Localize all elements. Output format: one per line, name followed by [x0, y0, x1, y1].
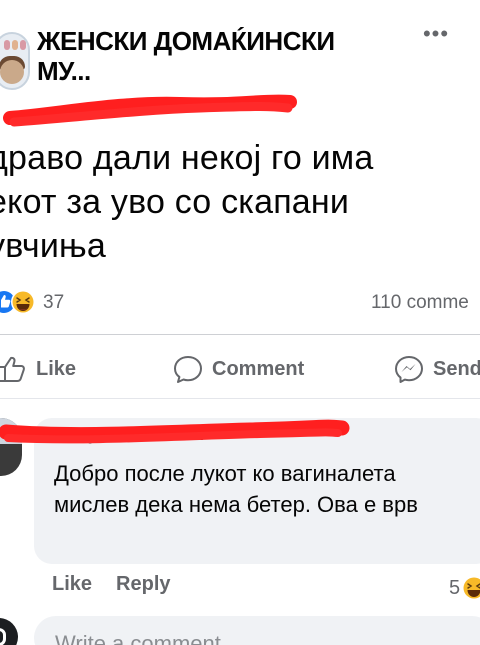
like-label: Like — [36, 357, 77, 380]
messenger-icon — [395, 356, 423, 383]
divider — [0, 334, 480, 335]
avatar-figure — [12, 40, 18, 50]
reaction-icons — [0, 290, 35, 314]
comment-count[interactable]: 110 comme — [371, 292, 469, 314]
group-avatar[interactable] — [0, 32, 30, 90]
send-button[interactable]: Send — [393, 352, 480, 386]
commenter-avatar[interactable] — [0, 418, 22, 476]
group-name[interactable]: ЖЕНСКИ ДОМАЌИНСКИ МУ... — [37, 26, 377, 86]
post-body: драво дали некој го има екот за уво со с… — [0, 139, 374, 265]
avatar-glyph — [0, 628, 6, 645]
like-button[interactable]: Like — [0, 352, 76, 386]
comment-reactions[interactable]: 5 — [449, 573, 480, 603]
comment-like-button[interactable]: Like — [52, 573, 92, 603]
speech-bubble-icon — [174, 356, 202, 383]
haha-reaction-icon — [463, 577, 480, 599]
comment-reply-button[interactable]: Reply — [116, 573, 170, 603]
comment-reaction-count: 5 — [449, 576, 461, 599]
avatar-background — [0, 418, 22, 444]
current-user-avatar — [0, 618, 18, 645]
comment-button[interactable]: Comment — [172, 352, 304, 386]
avatar-figure — [20, 40, 26, 50]
more-horizontal-icon[interactable]: ••• — [418, 22, 454, 46]
section-divider — [0, 398, 480, 399]
reaction-count: 37 — [43, 292, 65, 313]
comment-input-placeholder: Write a comment — [55, 631, 221, 645]
send-label: Send — [433, 357, 480, 380]
avatar-face — [0, 60, 24, 84]
comment-label: Comment — [212, 357, 305, 380]
comment-actions: Like Reply — [52, 573, 171, 603]
avatar-figure — [4, 40, 10, 50]
reactions-row[interactable]: 37 110 comme — [0, 288, 480, 318]
thumbs-up-icon — [0, 356, 25, 382]
comment-text: Добро после лукот ко вагиналета мислев д… — [54, 461, 418, 517]
author-meta-redacted — [36, 96, 306, 110]
comment-author[interactable]: Tanja Todorovska — [60, 425, 360, 445]
